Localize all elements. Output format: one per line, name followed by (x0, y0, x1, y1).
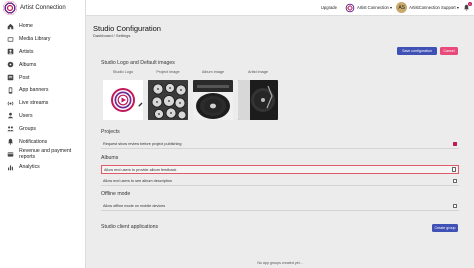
brand-name: Artist Connection (20, 5, 66, 11)
sidebar-item-label: Artists (19, 48, 34, 55)
breadcrumb[interactable]: Dashboard / Settings (93, 33, 130, 38)
sidebar-item-label: Post (19, 74, 30, 81)
sidebar: Artist Connection Home Media Library Artis… (0, 0, 86, 268)
app-banners-icon (7, 87, 14, 94)
sidebar-item-live-streams[interactable]: Live streams (0, 97, 85, 110)
project-image-label: Project image (156, 70, 180, 74)
sidebar-item-label: App banners (19, 87, 49, 94)
sidebar-item-label: Albums (19, 61, 37, 68)
artist-image-label: Artist image (247, 70, 269, 74)
sidebar-item-post[interactable]: Post (0, 71, 85, 84)
setting-row[interactable]: Allow offline mode on mobile devices (101, 202, 459, 211)
live-streams-icon (7, 100, 14, 107)
analytics-icon (7, 164, 14, 171)
checkbox-album-description[interactable] (452, 178, 457, 184)
media-library-icon (7, 36, 14, 43)
project-image[interactable] (148, 80, 188, 120)
main-content: Studio Configuration Dashboard / Setting… (86, 16, 474, 268)
users-icon (7, 112, 14, 119)
topbar: Upgrade Artist Connection ▾ AS ArtistCon… (86, 0, 474, 16)
setting-row[interactable]: Allow end users to provide album feedbac… (101, 165, 459, 174)
notification-badge: 1 (468, 2, 472, 6)
albums-icon (7, 61, 14, 68)
user-menu[interactable]: ArtistConnection Support ▾ (409, 5, 459, 10)
sidebar-item-home[interactable]: Home (0, 20, 85, 33)
sidebar-item-analytics[interactable]: Analytics (0, 161, 85, 174)
groups-icon (7, 125, 14, 132)
sidebar-nav: Home Media Library Artists Albums Post App ba… (0, 20, 85, 174)
upgrade-link[interactable]: Upgrade (321, 5, 337, 10)
sidebar-item-albums[interactable]: Albums (0, 58, 85, 71)
checkbox-album-feedback[interactable] (451, 167, 456, 172)
sidebar-item-app-banners[interactable]: App banners (0, 84, 85, 97)
sidebar-item-label: Media Library (19, 36, 51, 43)
workspace-selector[interactable]: Artist Connection ▾ (357, 5, 392, 10)
setting-row[interactable]: Request show review before project publi… (101, 140, 459, 149)
sidebar-item-label: Notifications (19, 138, 48, 145)
post-icon (7, 74, 14, 81)
sidebar-item-revenue[interactable]: Revenue and payment reports (0, 148, 85, 161)
user-name: ArtistConnection Support (409, 5, 456, 10)
checkbox-offline-mode[interactable] (452, 203, 457, 209)
sidebar-item-users[interactable]: Users (0, 110, 85, 123)
bell-icon[interactable]: 1 (463, 2, 472, 11)
empty-state-text: No app groups created yet... (257, 261, 303, 265)
page-title: Studio Configuration (93, 24, 161, 33)
save-configuration-button[interactable]: Save configuration (397, 47, 437, 55)
setting-row[interactable]: Allow end users to see album description (101, 177, 459, 186)
sidebar-item-groups[interactable]: Groups (0, 122, 85, 135)
section-title-albums: Albums (101, 155, 119, 161)
studio-logo-image[interactable] (103, 80, 143, 120)
setting-label: Allow end users to see album description (103, 179, 173, 183)
chevron-down-icon: ▾ (390, 5, 393, 10)
setting-label: Allow end users to provide album feedbac… (104, 167, 177, 172)
revenue-icon (7, 151, 14, 158)
create-group-button[interactable]: Create group (432, 224, 458, 232)
chevron-down-icon: ▾ (456, 5, 459, 10)
section-title-images: Studio Logo and Default images (101, 60, 175, 66)
section-title-projects: Projects (101, 129, 120, 135)
sidebar-item-label: Live streams (19, 100, 49, 107)
home-icon (7, 23, 14, 30)
sidebar-item-label: Users (19, 112, 33, 119)
album-image-label: Album image (201, 70, 225, 74)
brand[interactable]: Artist Connection (0, 0, 85, 16)
section-title-offline: Offline mode (101, 191, 131, 197)
section-title-client-apps: Studio client applications (101, 224, 159, 230)
setting-label: Allow offline mode on mobile devices (103, 204, 166, 208)
album-image[interactable] (193, 80, 233, 120)
cancel-button[interactable]: Cancel (440, 47, 458, 55)
sidebar-item-label: Analytics (19, 164, 40, 171)
artist-image[interactable] (238, 80, 278, 120)
sidebar-item-label: Home (19, 23, 33, 30)
setting-label: Request show review before project publi… (103, 142, 182, 146)
checkbox-project-review[interactable] (452, 141, 457, 147)
edit-icon[interactable] (138, 94, 143, 107)
artists-icon (7, 48, 14, 55)
brand-logo (3, 1, 17, 15)
notifications-icon (7, 138, 14, 145)
avatar[interactable]: AS (396, 2, 408, 13)
sidebar-item-artists[interactable]: Artists (0, 46, 85, 59)
sidebar-item-media-library[interactable]: Media Library (0, 33, 85, 46)
sidebar-item-label: Groups (19, 125, 37, 132)
sidebar-item-notifications[interactable]: Notifications (0, 135, 85, 148)
sidebar-item-label: Revenue and payment reports (19, 148, 72, 161)
studio-logo-label: Studio Logo (112, 70, 134, 74)
workspace-logo (344, 2, 355, 13)
workspace-name: Artist Connection (356, 5, 389, 10)
